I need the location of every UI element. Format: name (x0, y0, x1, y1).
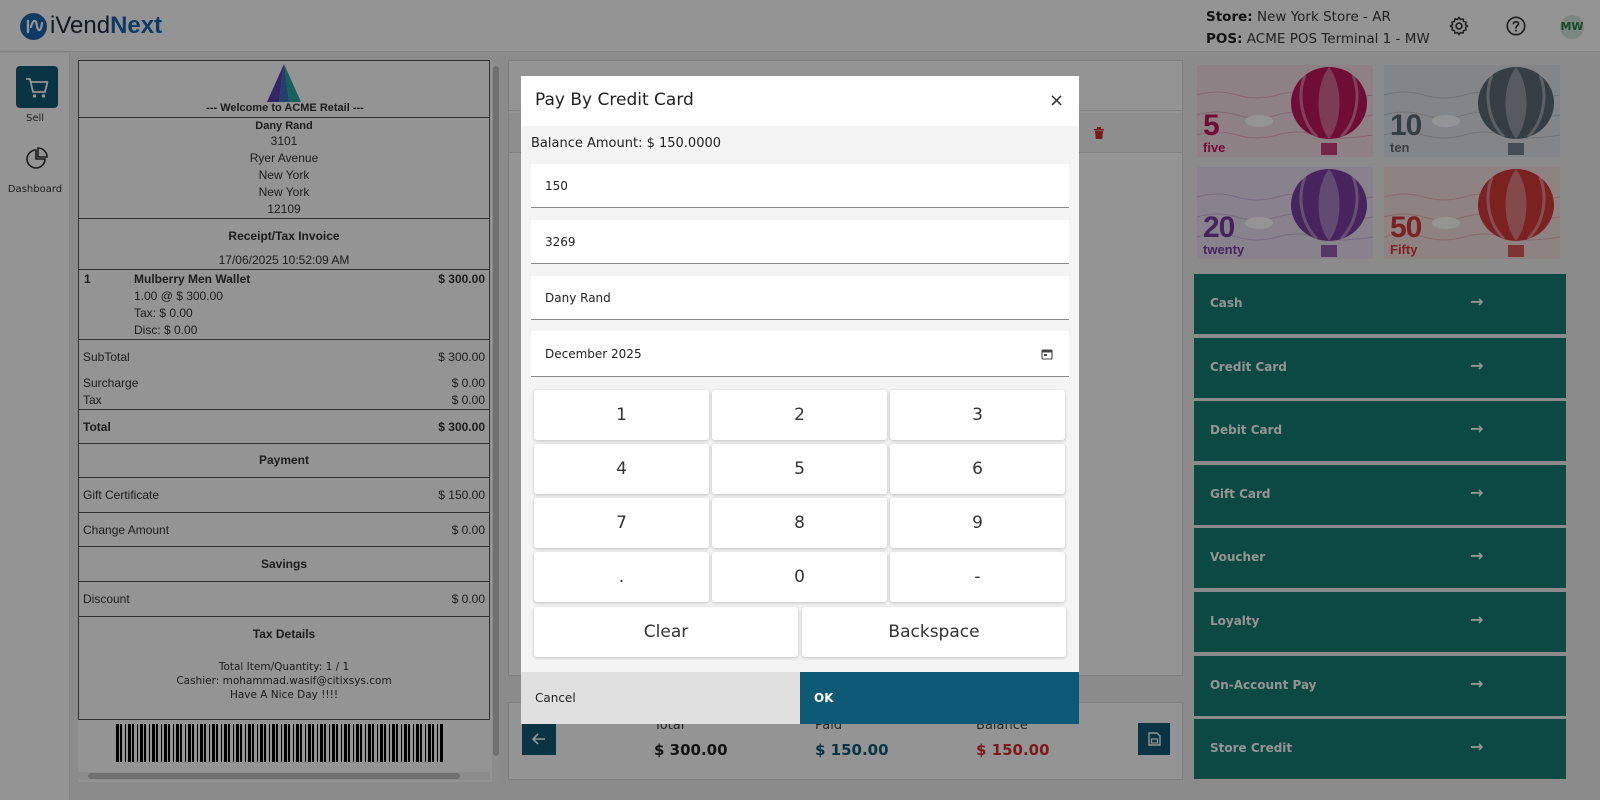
close-icon[interactable]: × (1049, 92, 1064, 110)
key-dot-button[interactable]: . (534, 552, 709, 602)
key-5-button[interactable]: 5 (712, 444, 887, 494)
dialog-title: Pay By Credit Card (535, 90, 694, 110)
key-8-button[interactable]: 8 (712, 498, 887, 548)
card-number-field[interactable]: 3269 (531, 220, 1069, 264)
amount-field[interactable]: 150 (531, 164, 1069, 208)
ok-button[interactable]: OK (800, 672, 1079, 724)
key-3-button[interactable]: 3 (890, 390, 1065, 440)
key-0-button[interactable]: 0 (712, 552, 887, 602)
key-6-button[interactable]: 6 (890, 444, 1065, 494)
cancel-button[interactable]: Cancel (521, 672, 800, 724)
key-4-button[interactable]: 4 (534, 444, 709, 494)
key-1-button[interactable]: 1 (534, 390, 709, 440)
clear-button[interactable]: Clear (534, 607, 798, 657)
key-7-button[interactable]: 7 (534, 498, 709, 548)
balance-amount: Balance Amount: $ 150.0000 (531, 136, 722, 151)
key-9-button[interactable]: 9 (890, 498, 1065, 548)
pay-by-credit-card-dialog: Pay By Credit Card × Balance Amount: $ 1… (521, 76, 1079, 724)
calendar-icon[interactable] (1041, 348, 1053, 360)
backspace-button[interactable]: Backspace (802, 607, 1066, 657)
key-minus-button[interactable]: - (890, 552, 1065, 602)
expiry-field[interactable]: December 2025 (531, 331, 1069, 377)
card-holder-field[interactable]: Dany Rand (531, 276, 1069, 320)
key-2-button[interactable]: 2 (712, 390, 887, 440)
dialog-header: Pay By Credit Card × (521, 76, 1079, 126)
